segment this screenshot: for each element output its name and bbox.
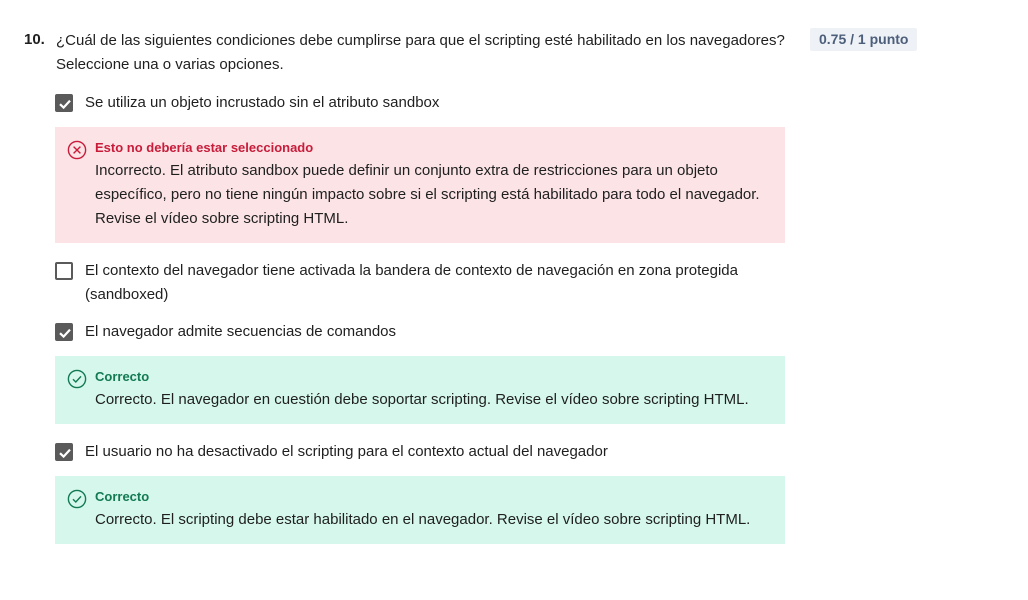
- answer-option[interactable]: Se utiliza un objeto incrustado sin el a…: [55, 91, 795, 115]
- check-icon: [59, 99, 71, 110]
- question-number: 10.: [24, 31, 45, 48]
- feedback-title: Esto no debería estar seleccionado: [95, 140, 314, 155]
- checkbox-checked[interactable]: [55, 443, 73, 461]
- score-badge: 0.75 / 1 punto: [810, 28, 918, 51]
- checkbox-checked[interactable]: [55, 323, 73, 341]
- answer-option[interactable]: El contexto del navegador tiene activada…: [55, 259, 795, 307]
- check-icon: [59, 328, 71, 339]
- question-text: ¿Cuál de las siguientes condiciones debe…: [56, 32, 785, 73]
- checkbox-checked[interactable]: [55, 94, 73, 112]
- option-label: El contexto del navegador tiene activada…: [85, 262, 738, 303]
- answer-option[interactable]: El navegador admite secuencias de comand…: [55, 320, 795, 344]
- option-label: El usuario no ha desactivado el scriptin…: [85, 443, 608, 460]
- answer-option[interactable]: El usuario no ha desactivado el scriptin…: [55, 440, 795, 464]
- check-circle-icon: [67, 369, 87, 389]
- feedback-body: Correcto. El navegador en cuestión debe …: [95, 391, 749, 408]
- feedback-body: Incorrecto. El atributo sandbox puede de…: [95, 162, 760, 227]
- checkbox-unchecked[interactable]: [55, 262, 73, 280]
- feedback-incorrect: Esto no debería estar seleccionado Incor…: [55, 127, 785, 243]
- feedback-correct: Correcto Correcto. El scripting debe est…: [55, 476, 785, 544]
- option-label: El navegador admite secuencias de comand…: [85, 323, 397, 340]
- feedback-body: Correcto. El scripting debe estar habili…: [95, 511, 751, 528]
- feedback-title: Correcto: [95, 369, 150, 384]
- x-circle-icon: [67, 140, 87, 160]
- feedback-title: Correcto: [95, 489, 150, 504]
- option-label: Se utiliza un objeto incrustado sin el a…: [85, 94, 440, 111]
- quiz-question: 10. ¿Cuál de las siguientes condiciones …: [0, 0, 1028, 600]
- check-icon: [59, 448, 71, 459]
- feedback-correct: Correcto Correcto. El navegador en cuest…: [55, 356, 785, 424]
- check-circle-icon: [67, 489, 87, 509]
